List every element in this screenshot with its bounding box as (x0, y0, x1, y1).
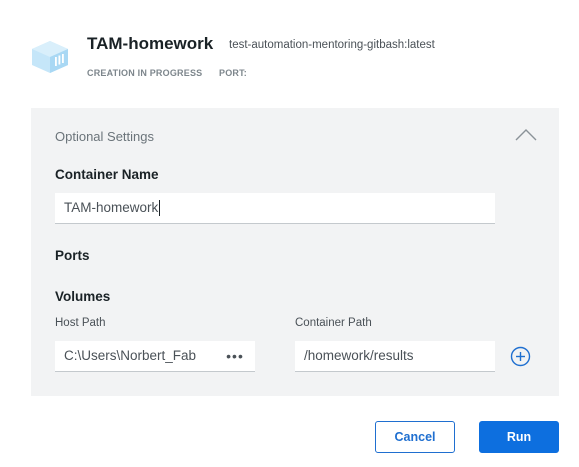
ports-label: Ports (55, 248, 90, 263)
container-cube-icon (32, 41, 68, 73)
host-path-label: Host Path (55, 317, 106, 329)
container-path-value: /homework/results (304, 348, 414, 363)
browse-host-path-button[interactable]: ••• (222, 346, 248, 366)
chevron-up-icon[interactable] (513, 124, 539, 144)
image-name: test-automation-mentoring-gitbash:latest (229, 39, 435, 51)
container-name-label: Container Name (55, 167, 159, 182)
container-path-input[interactable]: /homework/results (295, 341, 495, 372)
container-title: TAM-homework (87, 34, 214, 53)
container-path-label: Container Path (295, 317, 372, 329)
text-caret (159, 200, 161, 217)
plus-circle-icon[interactable] (510, 346, 531, 367)
cancel-button[interactable]: Cancel (375, 421, 455, 453)
container-name-value: TAM-homework (64, 200, 159, 215)
volumes-label: Volumes (55, 289, 111, 304)
run-button[interactable]: Run (479, 421, 559, 453)
port-label: PORT: (219, 68, 247, 78)
status-text: CREATION IN PROGRESS (87, 68, 203, 78)
container-name-input[interactable]: TAM-homework (55, 193, 495, 224)
host-path-value: C:\Users\Norbert_Fab (64, 348, 197, 363)
optional-settings-title: Optional Settings (55, 129, 155, 144)
